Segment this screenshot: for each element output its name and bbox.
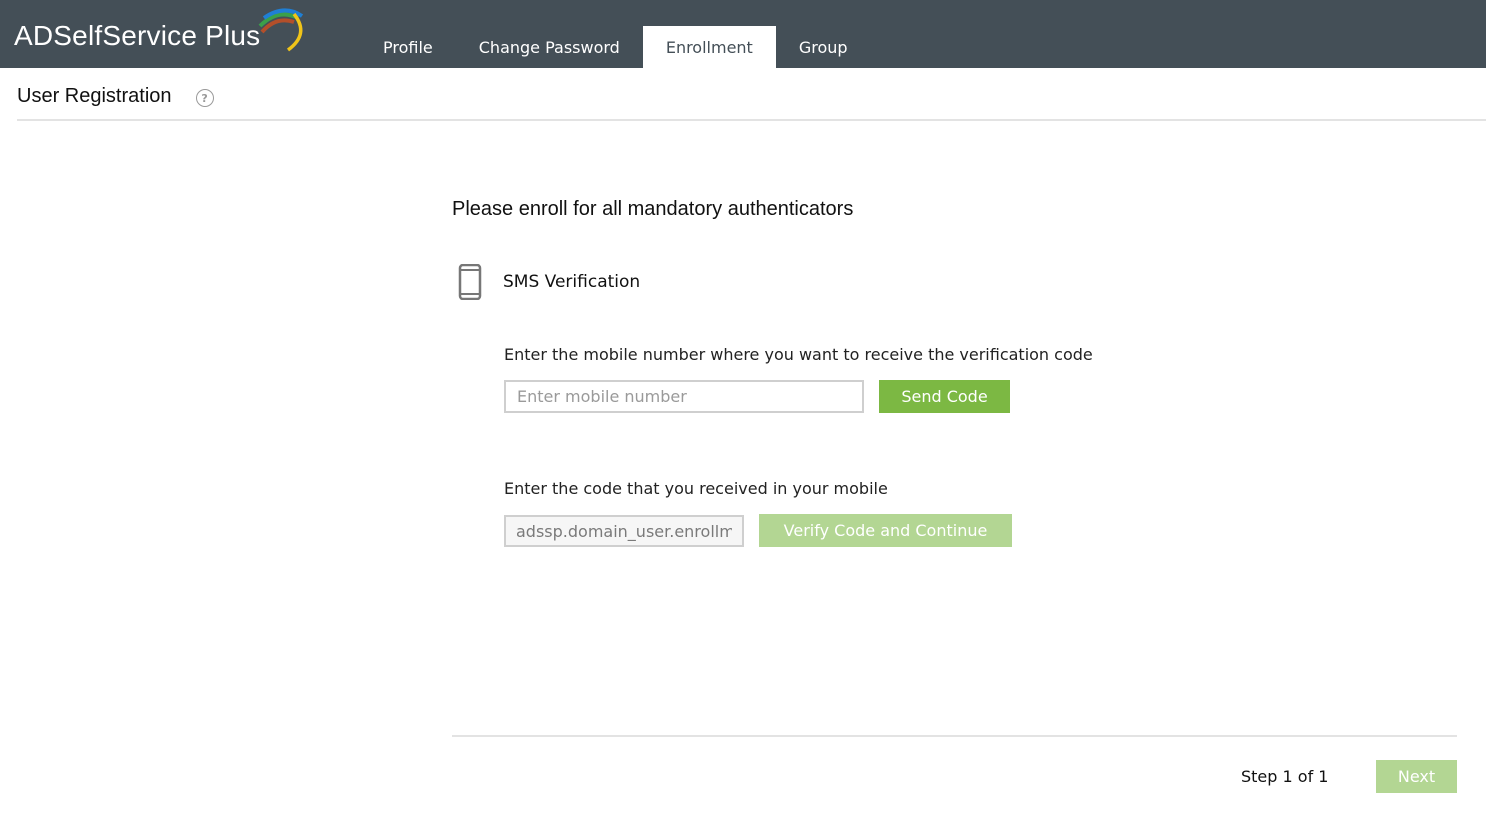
sms-verification-section: SMS Verification (458, 264, 640, 300)
enrollment-instruction: Please enroll for all mandatory authenti… (452, 198, 854, 220)
page-header: User Registration ? (17, 82, 214, 110)
next-button[interactable]: Next (1376, 760, 1457, 793)
app-logo[interactable]: ADSelfService Plus (14, 8, 304, 58)
page-title: User Registration (17, 84, 172, 107)
verification-code-label: Enter the code that you received in your… (504, 479, 888, 498)
mobile-phone-icon (458, 264, 482, 300)
tab-group[interactable]: Group (776, 26, 871, 68)
app-name: ADSelfService Plus (14, 20, 261, 51)
tab-enrollment[interactable]: Enrollment (642, 26, 776, 68)
footer-divider (452, 735, 1457, 737)
main-tabs: Profile Change Password Enrollment Group (360, 26, 871, 68)
tab-profile[interactable]: Profile (360, 26, 456, 68)
mobile-number-label: Enter the mobile number where you want t… (504, 345, 1093, 364)
tab-change-password[interactable]: Change Password (456, 26, 643, 68)
method-label: SMS Verification (503, 272, 641, 292)
top-navigation-bar: ADSelfService Plus Profile Change Passwo… (0, 0, 1486, 68)
mobile-number-input[interactable] (504, 380, 864, 413)
step-indicator: Step 1 of 1 (1241, 767, 1329, 786)
header-divider (17, 119, 1486, 121)
verification-code-input[interactable] (504, 515, 744, 547)
verify-code-button[interactable]: Verify Code and Continue (759, 514, 1012, 547)
send-code-button[interactable]: Send Code (879, 380, 1010, 413)
logo-arc-icon (258, 8, 304, 52)
help-circle-icon[interactable]: ? (195, 89, 214, 107)
